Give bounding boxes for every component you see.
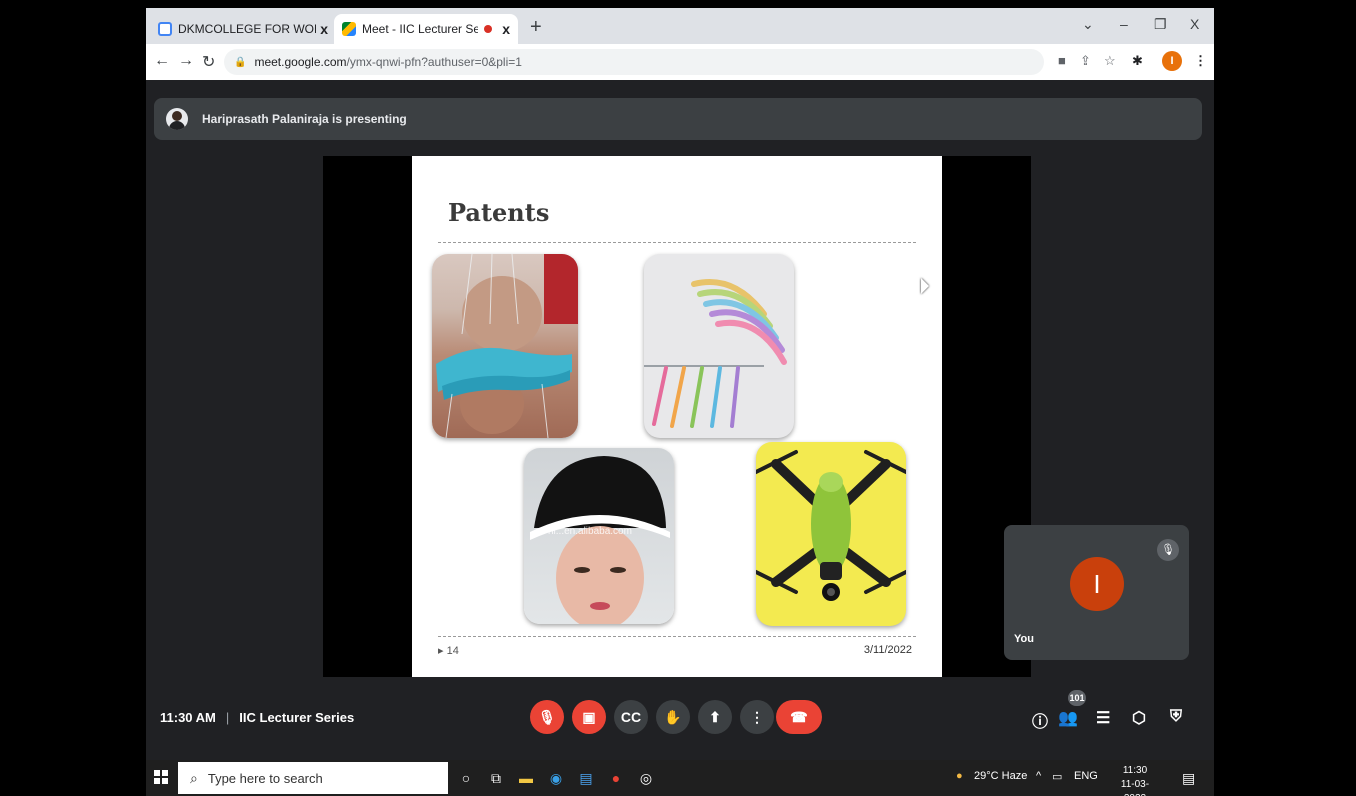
edge-browser-icon[interactable]: ◉ [546, 768, 566, 788]
chat-icon[interactable]: ☰ [1096, 708, 1110, 728]
presentation-area: Patents hi...en.alibaba.com ▸ 14 3/11/20… [323, 156, 1031, 677]
minimize-button[interactable]: – [1120, 16, 1128, 32]
baby-shower-cap-image [432, 254, 578, 438]
profile-avatar[interactable]: I [1162, 51, 1182, 71]
more-options-button[interactable]: ⋮ [740, 700, 774, 734]
new-tab-button[interactable]: + [530, 16, 542, 39]
address-bar[interactable]: 🔒 meet.google.com/ymx-qnwi-pfn?authuser=… [224, 49, 1044, 75]
self-avatar: I [1070, 557, 1124, 611]
calendar-icon [158, 22, 172, 36]
clock-time: 11:30 [1122, 765, 1148, 776]
reload-icon[interactable]: ↻ [202, 52, 215, 72]
extensions-puzzle-icon[interactable]: ✱ [1132, 53, 1143, 69]
back-arrow-icon[interactable]: ← [154, 52, 170, 70]
self-video-tile[interactable]: 🎙 I You [1004, 525, 1189, 660]
meeting-details-icon[interactable]: ⓘ [1032, 708, 1048, 732]
recording-indicator-icon [484, 25, 493, 33]
close-tab-icon[interactable]: x [502, 21, 510, 37]
store-icon[interactable]: ▤ [576, 768, 596, 788]
screen: DKMCOLLEGE FOR WOMEN - Ca x Meet - IIC L… [146, 8, 1214, 796]
network-icon[interactable]: ▭ [1052, 770, 1062, 783]
forward-arrow-icon[interactable]: → [178, 52, 194, 70]
people-icon[interactable]: 👥 [1058, 708, 1078, 728]
camera-toggle-button[interactable]: ▣ [572, 700, 606, 734]
camera-in-use-icon[interactable]: ■ [1058, 53, 1066, 68]
file-explorer-icon[interactable]: ▬ [516, 768, 536, 788]
slide-footer-divider [438, 636, 916, 637]
meet-icon [342, 22, 356, 36]
url-host: meet.google.com [254, 55, 347, 69]
tab-title: DKMCOLLEGE FOR WOMEN - Ca [178, 22, 316, 36]
slide-number-text: 14 [446, 645, 459, 657]
meeting-info: 11:30 AM | IIC Lecturer Series [160, 710, 354, 725]
app-icon[interactable]: ◎ [636, 768, 656, 788]
browser-toolbar: ← → ↻ 🔒 meet.google.com/ymx-qnwi-pfn?aut… [146, 44, 1214, 80]
browser-tab-strip: DKMCOLLEGE FOR WOMEN - Ca x Meet - IIC L… [146, 8, 1214, 44]
search-icon: ⌕ [190, 769, 198, 786]
presenter-banner: Hariprasath Palaniraja is presenting [154, 98, 1202, 140]
mic-toggle-button[interactable]: 🎙 [530, 700, 564, 734]
meeting-name: IIC Lecturer Series [239, 710, 355, 725]
host-controls-icon[interactable]: ⛨ [1170, 708, 1182, 726]
leave-call-button[interactable]: ☎ [776, 700, 822, 734]
participant-count-badge: 101 [1068, 690, 1086, 706]
chrome-icon[interactable]: ● [606, 768, 626, 788]
tab-meet[interactable]: Meet - IIC Lecturer Series x [334, 14, 518, 44]
task-view-icon[interactable]: ⧉ [486, 768, 506, 788]
more-menu-icon[interactable]: ⋮ [1194, 53, 1207, 69]
raise-hand-button[interactable]: ✋ [656, 700, 690, 734]
tab-search-icon[interactable]: ⌄ [1082, 16, 1094, 33]
weather-icon: ● [956, 770, 963, 782]
language-indicator[interactable]: ENG [1074, 770, 1098, 782]
taskbar-search-input[interactable]: ⌕ Type here to search [178, 762, 448, 794]
drone-image [756, 442, 906, 626]
weather-text[interactable]: 29°C Haze [974, 770, 1027, 782]
notifications-icon[interactable]: ▤ [1182, 770, 1195, 787]
tray-overflow-icon[interactable]: ^ [1036, 770, 1041, 782]
mouse-cursor-icon [921, 278, 929, 294]
windows-start-icon[interactable] [154, 770, 168, 784]
meeting-time: 11:30 AM [160, 710, 216, 725]
search-placeholder: Type here to search [207, 770, 323, 786]
clock-date: 11-03-2022 [1120, 779, 1150, 796]
share-icon[interactable]: ⇪ [1080, 53, 1091, 69]
url-path: /ymx-qnwi-pfn?authuser=0&pli=1 [346, 55, 522, 69]
presenter-text: Hariprasath Palaniraja is presenting [202, 112, 407, 126]
present-now-button[interactable]: ⬆ [698, 700, 732, 734]
self-name-label: You [1014, 633, 1034, 645]
cortana-icon[interactable]: ○ [456, 768, 476, 788]
close-window-button[interactable]: X [1190, 16, 1199, 32]
slide-date: 3/11/2022 [863, 644, 912, 656]
slide-divider [438, 242, 916, 243]
windows-taskbar: ⌕ Type here to search ○ ⧉ ▬ ◉ ▤ ● ◎ ● 29… [146, 760, 1214, 796]
divider: | [225, 710, 230, 725]
watermark-text: hi...en.alibaba.com [548, 526, 632, 537]
tab-dkm-college[interactable]: DKMCOLLEGE FOR WOMEN - Ca x [150, 14, 336, 44]
bookmark-star-icon[interactable]: ☆ [1104, 53, 1116, 69]
foldable-hangers-image [644, 254, 794, 438]
captions-button[interactable]: CC [614, 700, 648, 734]
slide: Patents hi...en.alibaba.com ▸ 14 3/11/20… [412, 156, 942, 677]
maximize-button[interactable]: ❐ [1154, 16, 1167, 33]
led-cap-image: hi...en.alibaba.com [524, 448, 674, 624]
close-tab-icon[interactable]: x [320, 21, 328, 37]
lock-icon: 🔒 [234, 56, 247, 68]
activities-icon[interactable]: ⬡ [1132, 708, 1146, 728]
taskbar-clock[interactable]: 11:30 11-03-2022 [1114, 764, 1156, 796]
presenter-avatar [166, 108, 188, 130]
tab-title: Meet - IIC Lecturer Series [362, 22, 479, 36]
mic-off-icon: 🎙 [1157, 539, 1179, 561]
slide-number: ▸ 14 [438, 645, 459, 657]
slide-title: Patents [448, 198, 550, 227]
